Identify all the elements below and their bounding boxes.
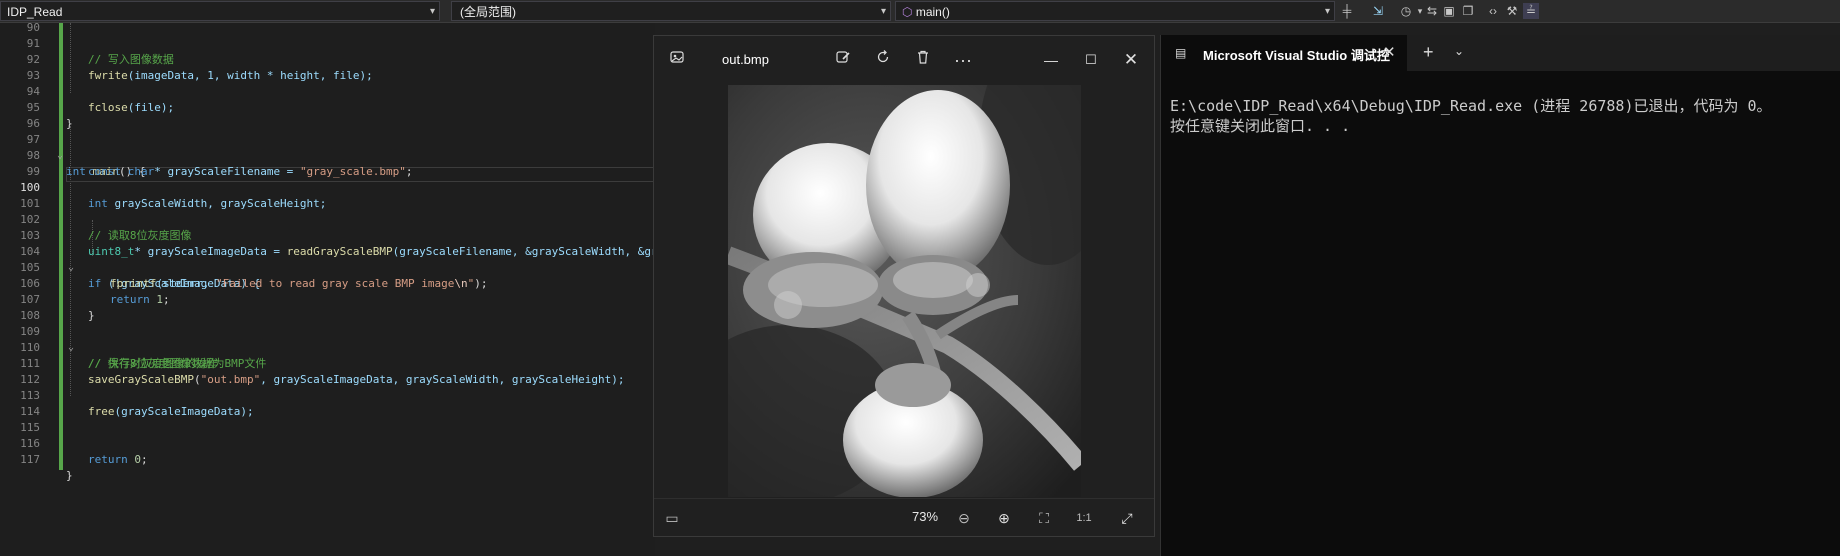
code-icon[interactable]: ‹›: [1485, 3, 1501, 19]
line-number: 97: [26, 133, 40, 146]
line-number: 98: [26, 149, 40, 162]
chevron-down-icon[interactable]: ⌄: [1454, 44, 1464, 58]
viewer-filename: out.bmp: [722, 52, 769, 67]
settings-icon[interactable]: ≟: [1523, 3, 1539, 19]
close-icon[interactable]: ✕: [1383, 43, 1396, 61]
photo-canvas[interactable]: [728, 85, 1081, 497]
more-icon[interactable]: ···: [952, 49, 974, 71]
delete-icon[interactable]: [912, 49, 934, 71]
console-output-line: E:\code\IDP_Read\x64\Debug\IDP_Read.exe …: [1170, 97, 1772, 115]
line-number: 108: [20, 309, 40, 322]
chevron-down-icon: ▾: [880, 6, 886, 17]
zoom-out-icon[interactable]: ⊖: [954, 508, 974, 528]
viewer-titlebar: out.bmp ··· — ☐ ✕: [654, 36, 1154, 84]
swap-icon[interactable]: ⇆: [1424, 3, 1440, 19]
zoom-in-icon[interactable]: ⊕: [994, 508, 1014, 528]
project-dropdown[interactable]: IDP_Read ▾: [0, 1, 440, 21]
chevron-down-icon: ▾: [1324, 6, 1330, 17]
function-label: main(): [915, 5, 950, 19]
line-number: 104: [20, 245, 40, 258]
viewer-footer: ▭ 73% ⊖ ⊕ ⛶ 1:1 ⤢: [654, 498, 1154, 537]
line-number: 115: [20, 421, 40, 434]
console-output-line: 按任意键关闭此窗口. . .: [1170, 117, 1351, 135]
project-label: IDP_Read: [7, 5, 63, 19]
line-number: 111: [20, 357, 40, 370]
line-number: 113: [20, 389, 40, 402]
fit-screen-icon[interactable]: ⛶: [1034, 508, 1054, 528]
line-number-current: 100: [20, 181, 40, 194]
function-dropdown[interactable]: ⬡ main() ▾: [895, 1, 1335, 21]
filmstrip-icon[interactable]: ▭: [662, 508, 682, 528]
split-icon[interactable]: ╪: [1339, 3, 1355, 19]
image-icon[interactable]: [666, 49, 688, 71]
line-number: 90: [26, 21, 40, 34]
flower-buds-image: [728, 85, 1081, 497]
line-number: 105: [20, 261, 40, 274]
line-number: 117: [20, 453, 40, 466]
actual-size-icon[interactable]: 1:1: [1074, 508, 1094, 528]
edit-icon[interactable]: [832, 49, 854, 71]
code-editor[interactable]: 90 91 // 写入图像数据 92 fwrite(imageData, 1, …: [0, 21, 658, 556]
close-icon[interactable]: ✕: [1120, 49, 1142, 71]
image-viewer-window: out.bmp ··· — ☐ ✕ ▭ 73% ⊖ ⊕ ⛶ 1:1 ⤢: [653, 35, 1155, 537]
console-tab[interactable]: ▤ Microsoft Visual Studio 调试控 ✕: [1161, 35, 1407, 71]
line-number: 103: [20, 229, 40, 242]
line-number: 102: [20, 213, 40, 226]
chevron-down-icon: ▾: [429, 6, 435, 17]
line-number: 95: [26, 101, 40, 114]
scope-dropdown[interactable]: (全局范围) ▾: [451, 1, 891, 21]
line-number: 94: [26, 85, 40, 98]
minimize-icon[interactable]: —: [1040, 49, 1062, 71]
code-line: }: [66, 469, 73, 482]
terminal-icon: ▤: [1175, 46, 1187, 60]
line-number: 106: [20, 277, 40, 290]
console-tab-title: Microsoft Visual Studio 调试控: [1203, 48, 1390, 63]
line-number: 92: [26, 53, 40, 66]
line-number: 96: [26, 117, 40, 130]
wrench-icon[interactable]: ⚒: [1504, 3, 1520, 19]
sync-icon[interactable]: ⇲: [1370, 3, 1386, 19]
new-tab-icon[interactable]: +: [1423, 42, 1434, 63]
fullscreen-icon[interactable]: ⤢: [1117, 508, 1137, 528]
zoom-level: 73%: [912, 509, 939, 524]
line-number: 116: [20, 437, 40, 450]
line-number: 99: [26, 165, 40, 178]
cube-icon: ⬡: [902, 5, 913, 19]
console-tabbar: ▤ Microsoft Visual Studio 调试控 ✕ + ⌄: [1161, 35, 1840, 71]
window-icon[interactable]: ▣: [1441, 3, 1457, 19]
line-number: 114: [20, 405, 40, 418]
line-number: 93: [26, 69, 40, 82]
debug-console-window: ▤ Microsoft Visual Studio 调试控 ✕ + ⌄ E:\c…: [1160, 35, 1840, 556]
rotate-icon[interactable]: [872, 49, 894, 71]
line-number: 112: [20, 373, 40, 386]
scope-label: (全局范围): [460, 5, 516, 19]
line-number: 91: [26, 37, 40, 50]
line-number: 107: [20, 293, 40, 306]
line-number: 109: [20, 325, 40, 338]
maximize-icon[interactable]: ☐: [1080, 49, 1102, 71]
line-number: 101: [20, 197, 40, 210]
line-number: 110: [20, 341, 40, 354]
copy-icon[interactable]: ❐: [1460, 3, 1476, 19]
